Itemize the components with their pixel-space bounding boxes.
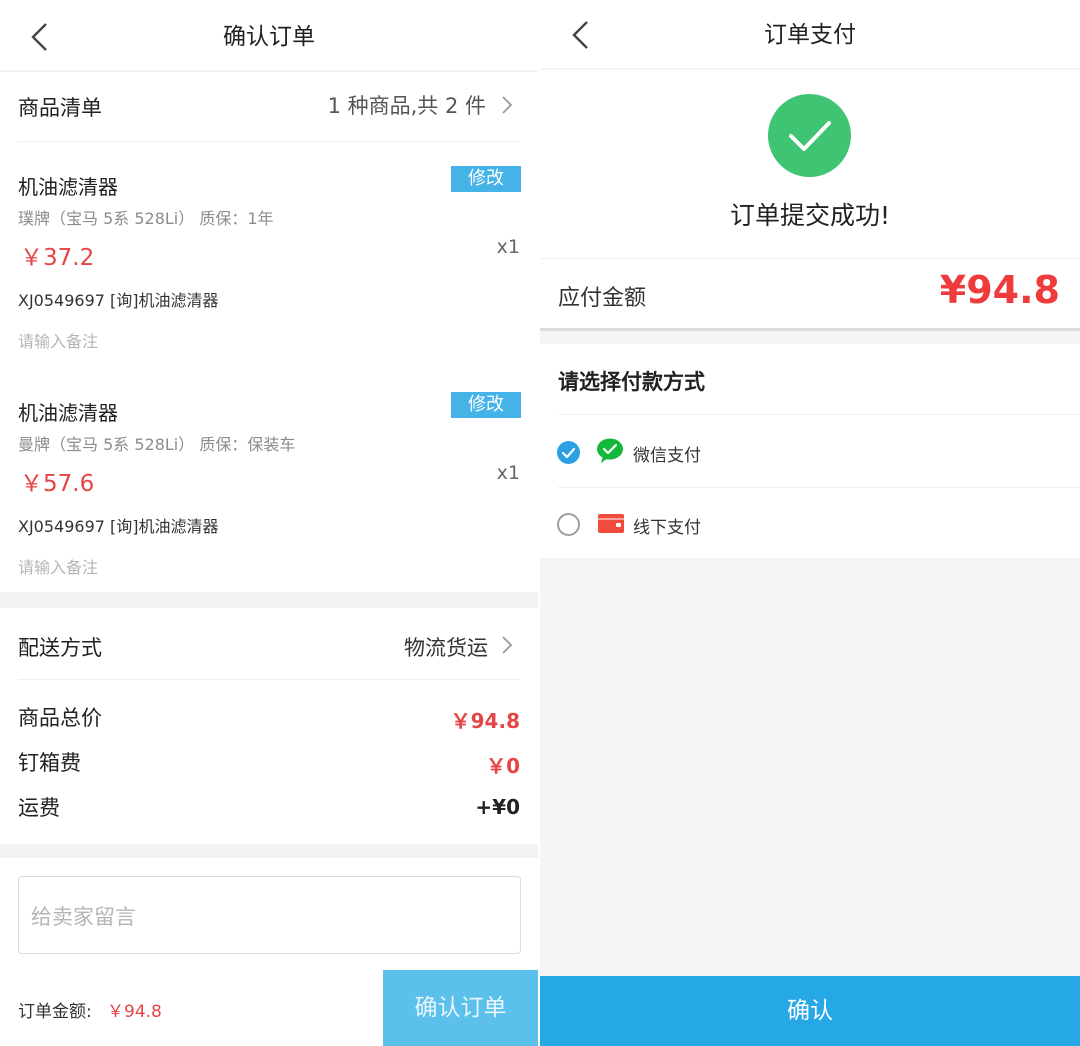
payment-nav-bar: 订单支付	[540, 0, 1080, 68]
item-remark-input[interactable]: 请输入备注	[18, 554, 98, 578]
packing-fee-value: ￥0	[486, 754, 520, 778]
divider	[18, 679, 520, 680]
confirm-order-screen: 确认订单 商品清单 1 种商品,共 2 件 机油滤清器 修改 璞牌（宝马 5系 …	[0, 0, 538, 1046]
item-name: 机油滤清器	[18, 401, 118, 425]
payment-option-wechat[interactable]: 微信支付	[540, 416, 1080, 487]
shipping-fee-value: +¥0	[475, 795, 520, 819]
item-spec: 曼牌（宝马 5系 528Li） 质保：保装车	[18, 435, 296, 454]
goods-list-card: 商品清单 1 种商品,共 2 件 机油滤清器 修改 璞牌（宝马 5系 528Li…	[0, 72, 538, 592]
radio-unchecked-icon[interactable]	[557, 513, 580, 536]
item-spec: 璞牌（宝马 5系 528Li） 质保：1年	[18, 209, 274, 228]
payable-amount: ¥94.8	[939, 268, 1060, 312]
confirm-order-button[interactable]: 确认订单	[383, 970, 538, 1046]
payment-option-label: 微信支付	[633, 446, 701, 466]
item-qty: x1	[496, 462, 520, 484]
confirm-nav-bar: 确认订单	[0, 0, 538, 70]
goods-item: 机油滤清器 修改 璞牌（宝马 5系 528Li） 质保：1年 ￥37.2 x1 …	[0, 152, 538, 352]
divider	[558, 414, 1080, 415]
packing-fee-label: 钉箱费	[18, 751, 81, 775]
item-name: 机油滤清器	[18, 175, 118, 199]
success-check-icon	[768, 94, 851, 177]
item-price: ￥57.6	[20, 471, 95, 497]
payment-option-label: 线下支付	[633, 518, 701, 538]
chevron-right-icon[interactable]	[500, 94, 514, 116]
divider	[18, 141, 520, 142]
success-block: 订单提交成功! 应付金额 ¥94.8	[540, 70, 1080, 328]
order-payment-screen: 订单支付 订单提交成功! 应付金额 ¥94.8 请选择付款方式 微信支付 线下支…	[540, 0, 1080, 1046]
order-footer: 订单金额: ￥94.8	[0, 970, 383, 1046]
order-amount-label: 订单金额:	[18, 1002, 92, 1022]
delivery-totals-card: 配送方式 物流货运 商品总价 ￥94.8 钉箱费 ￥0 运费 +¥0	[0, 608, 538, 844]
divider	[540, 328, 1080, 331]
payment-method-heading: 请选择付款方式	[558, 370, 705, 394]
item-remark-input[interactable]: 请输入备注	[18, 328, 98, 352]
edit-button[interactable]: 修改	[451, 166, 521, 192]
wechat-pay-icon	[597, 438, 623, 463]
item-qty: x1	[496, 236, 520, 258]
item-price: ￥37.2	[20, 245, 95, 271]
offline-wallet-icon	[598, 514, 624, 533]
delivery-label: 配送方式	[18, 636, 102, 660]
delivery-value[interactable]: 物流货运	[404, 632, 488, 662]
item-code: XJ0549697 [询]机油滤清器	[18, 291, 219, 310]
success-message: 订单提交成功!	[729, 201, 891, 230]
edit-button[interactable]: 修改	[451, 392, 521, 418]
order-amount-value: ￥94.8	[107, 1002, 162, 1022]
payment-method-card: 请选择付款方式 微信支付 线下支付	[540, 344, 1080, 558]
subtotal-label: 商品总价	[18, 706, 102, 730]
confirm-payment-button[interactable]: 确认	[540, 976, 1080, 1046]
radio-checked-icon[interactable]	[557, 441, 580, 464]
page-title: 确认订单	[223, 24, 315, 50]
page-title: 订单支付	[764, 22, 856, 48]
chevron-right-icon[interactable]	[500, 634, 514, 656]
seller-message-input[interactable]: 给卖家留言	[18, 876, 521, 954]
divider	[540, 258, 1080, 259]
goods-list-label: 商品清单	[18, 96, 102, 120]
item-code: XJ0549697 [询]机油滤清器	[18, 517, 219, 536]
subtotal-value: ￥94.8	[450, 709, 520, 733]
shipping-fee-label: 运费	[18, 796, 60, 820]
goods-list-summary[interactable]: 1 种商品,共 2 件	[328, 90, 486, 120]
payment-option-offline[interactable]: 线下支付	[540, 488, 1080, 558]
goods-item: 机油滤清器 修改 曼牌（宝马 5系 528Li） 质保：保装车 ￥57.6 x1…	[0, 378, 538, 578]
payable-label: 应付金额	[558, 286, 647, 311]
